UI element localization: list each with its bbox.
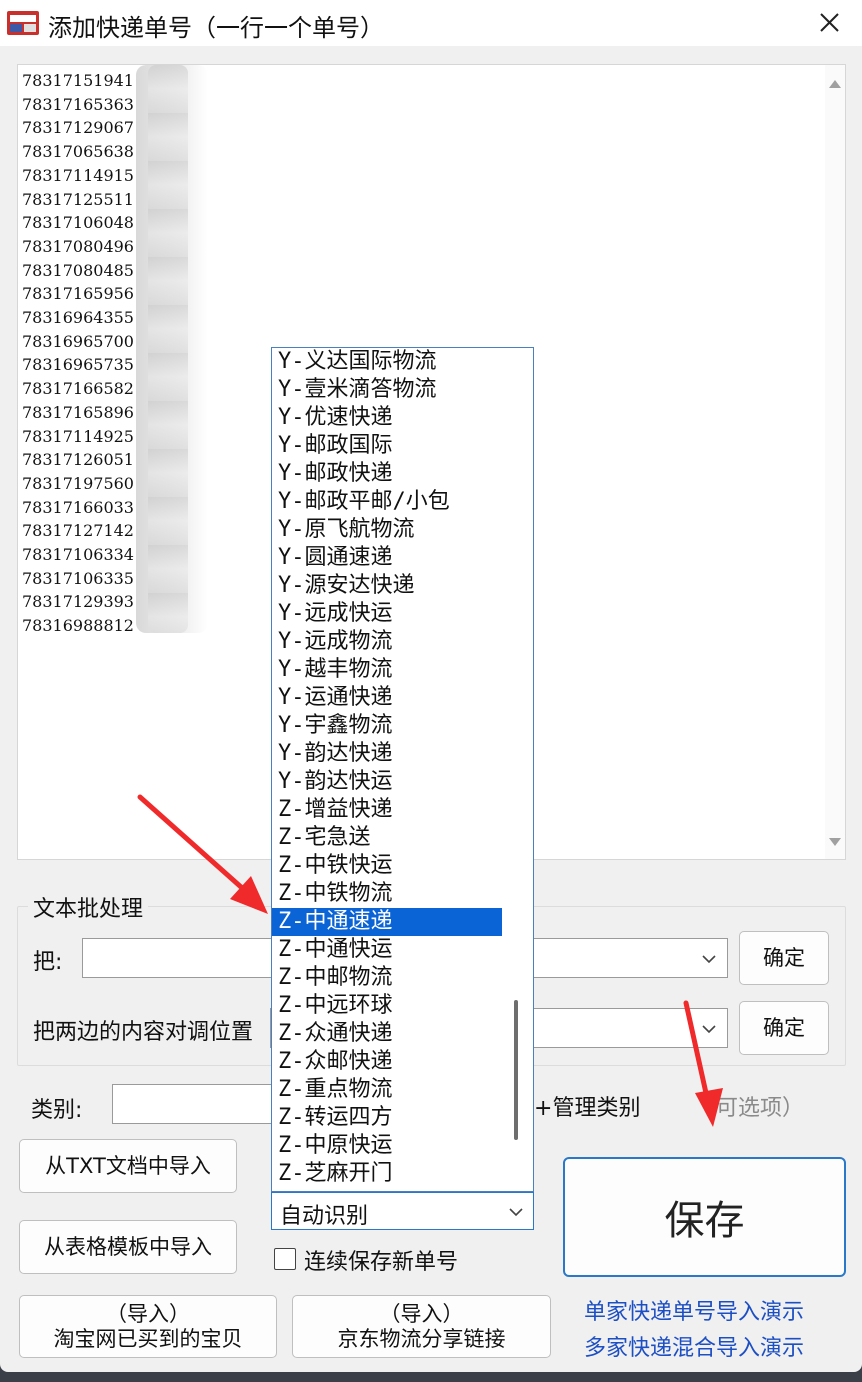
tracking-number-line: 78317166582 <box>22 379 134 399</box>
carrier-option[interactable]: Y-邮政平邮/小包 <box>272 488 502 516</box>
carrier-option[interactable]: Z-中铁快运 <box>272 852 502 880</box>
tracking-number-list: 78317151941 78317165363 78317129067 7831706… <box>22 69 142 638</box>
tracking-number-line: 78317106048 <box>22 213 134 233</box>
carrier-option[interactable]: Z-众通快递 <box>272 1020 502 1048</box>
tracking-number-line: 78317125511 <box>22 189 134 209</box>
chevron-down-icon[interactable] <box>701 1024 717 1034</box>
category-label: 类别: <box>31 1098 83 1123</box>
import-jd-line2: 京东物流分享链接 <box>337 1326 506 1351</box>
carrier-option[interactable]: Y-远成物流 <box>272 628 502 656</box>
replace-label: 把: <box>33 950 63 975</box>
carrier-option[interactable]: Y-韵达快递 <box>272 740 502 768</box>
tracking-number-line: 78317129393 <box>22 592 134 612</box>
carrier-option[interactable]: Z-重点物流 <box>272 1076 502 1104</box>
tracking-number-line: 78317197560 <box>22 473 134 493</box>
continuous-save-label: 连续保存新单号 <box>304 1250 459 1275</box>
tracking-number-line: 78317165896 <box>22 402 134 422</box>
carrier-combo[interactable]: 自动识别 <box>271 1192 534 1230</box>
import-jd-button[interactable]: （导入） 京东物流分享链接 <box>292 1295 551 1358</box>
category-input[interactable] <box>112 1084 282 1124</box>
tracking-number-line: 78317106334 <box>22 545 134 565</box>
carrier-option[interactable]: Y-邮政快递 <box>272 460 502 488</box>
manage-arrow-icon: + <box>534 1096 553 1121</box>
tracking-number-line: 78316965700 <box>22 331 134 351</box>
tracking-number-line: 78317114925 <box>22 426 134 446</box>
add-tracking-dialog: 添加快递单号（一行一个单号） 78317151941 78317165363 783… <box>0 0 862 1372</box>
chevron-down-icon[interactable] <box>508 1207 524 1217</box>
tracking-number-line: 78316964355 <box>22 308 134 328</box>
carrier-option[interactable]: Y-远成快运 <box>272 600 502 628</box>
tracking-number-line: 78317165363 <box>22 94 134 114</box>
carrier-option[interactable]: Y-义达国际物流 <box>272 348 502 376</box>
tracking-number-line: 78317165956 <box>22 284 134 304</box>
tracking-number-line: 78317129067 <box>22 118 134 138</box>
tracking-number-line: 78317080485 <box>22 260 134 280</box>
tracking-number-line: 78317080496 <box>22 236 134 256</box>
carrier-option[interactable]: Y-原飞航物流 <box>272 516 502 544</box>
optional-hint: 可选项） <box>716 1096 805 1121</box>
carrier-option[interactable]: Y-邮政国际 <box>272 432 502 460</box>
carrier-option[interactable]: Z-转运四方 <box>272 1104 502 1132</box>
carrier-option[interactable]: Y-越丰物流 <box>272 656 502 684</box>
app-logo-icon <box>7 11 39 35</box>
swap-label: 把两边的内容对调位置 <box>33 1020 254 1045</box>
carrier-options: Y-义达国际物流 Y-壹米滴答物流 Y-优速快递 Y-邮政国际 Y-邮政快递 Y-邮政平邮… <box>272 348 502 1188</box>
tracking-number-line: 78317127142 <box>22 521 134 541</box>
tracking-number-line: 78317114915 <box>22 165 134 185</box>
chevron-down-icon[interactable] <box>701 954 717 964</box>
confirm-replace-button[interactable]: 确定 <box>739 931 829 985</box>
textarea-scrollbar[interactable] <box>825 65 845 859</box>
manage-category-link[interactable]: +管理类别 <box>534 1090 640 1122</box>
tracking-number-line: 78316965735 <box>22 355 134 375</box>
carrier-option[interactable]: Z-中远环球 <box>272 992 502 1020</box>
tracking-number-line: 78316988812 <box>22 616 134 636</box>
batch-group-title: 文本批处理 <box>28 891 149 923</box>
import-table-button[interactable]: 从表格模板中导入 <box>19 1220 237 1274</box>
continuous-save-checkbox[interactable] <box>274 1248 296 1270</box>
carrier-option[interactable]: Y-运通快递 <box>272 684 502 712</box>
carrier-combo-value: 自动识别 <box>280 1204 369 1229</box>
tracking-number-line: 78317106335 <box>22 568 134 588</box>
save-button[interactable]: 保存 <box>563 1157 846 1277</box>
dropdown-scroll-thumb[interactable] <box>514 1000 518 1140</box>
scroll-up-icon[interactable] <box>828 77 842 91</box>
carrier-option[interactable]: Z-中通快运 <box>272 936 502 964</box>
title-bar: 添加快递单号（一行一个单号） <box>0 0 862 46</box>
carrier-option[interactable]: Y-韵达快运 <box>272 768 502 796</box>
carrier-option[interactable]: Z-宅急送 <box>272 824 502 852</box>
multi-carrier-demo-link[interactable]: 多家快递混合导入演示 <box>584 1330 804 1362</box>
tracking-number-line: 78317126051 <box>22 450 134 470</box>
carrier-option[interactable]: Z-众邮快递 <box>272 1048 502 1076</box>
import-taobao-button[interactable]: （导入） 淘宝网已买到的宝贝 <box>19 1295 277 1358</box>
carrier-option[interactable]: Y-源安达快递 <box>272 572 502 600</box>
carrier-option[interactable]: Y-优速快递 <box>272 404 502 432</box>
tracking-number-line: 78317151941 <box>22 71 134 90</box>
carrier-option[interactable]: Z-中原快运 <box>272 1132 502 1160</box>
tracking-number-line: 78317166033 <box>22 497 134 517</box>
close-icon[interactable] <box>808 5 850 41</box>
window-title: 添加快递单号（一行一个单号） <box>48 14 384 42</box>
scroll-down-icon[interactable] <box>828 835 842 849</box>
carrier-option[interactable]: Z-中铁物流 <box>272 880 502 908</box>
privacy-blur-pattern <box>148 65 188 633</box>
tracking-number-line: 78317065638 <box>22 142 134 162</box>
carrier-option[interactable]: Z-中通速递 <box>272 908 502 936</box>
single-carrier-demo-link[interactable]: 单家快递单号导入演示 <box>584 1294 804 1326</box>
carrier-dropdown-list[interactable]: Y-义达国际物流 Y-壹米滴答物流 Y-优速快递 Y-邮政国际 Y-邮政快递 Y-邮政平邮… <box>271 347 534 1192</box>
import-taobao-line1: （导入） <box>106 1302 190 1327</box>
confirm-swap-button[interactable]: 确定 <box>739 1001 829 1055</box>
carrier-option[interactable]: Y-宇鑫物流 <box>272 712 502 740</box>
import-jd-line1: （导入） <box>379 1302 464 1327</box>
carrier-option[interactable]: Z-增益快递 <box>272 796 502 824</box>
carrier-option[interactable]: Y-壹米滴答物流 <box>272 376 502 404</box>
import-taobao-line2: 淘宝网已买到的宝贝 <box>53 1326 243 1351</box>
import-txt-button[interactable]: 从TXT文档中导入 <box>19 1139 237 1193</box>
carrier-option[interactable]: Y-圆通速递 <box>272 544 502 572</box>
carrier-option[interactable]: Z-芝麻开门 <box>272 1160 502 1188</box>
carrier-option[interactable]: Z-中邮物流 <box>272 964 502 992</box>
